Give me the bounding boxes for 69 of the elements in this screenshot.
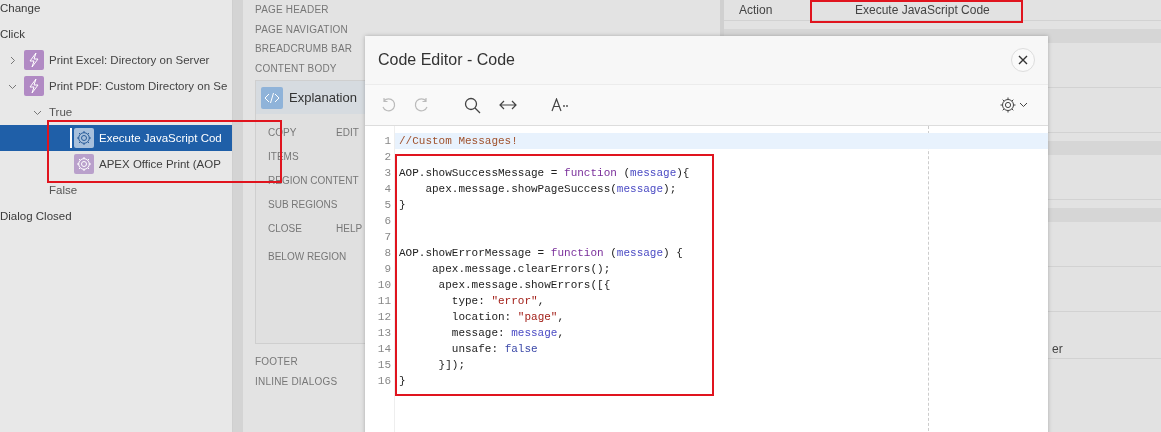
code-line: AOP.showSuccessMessage = function (message){ bbox=[399, 167, 690, 179]
position-label: BREADCRUMB BAR bbox=[255, 42, 353, 56]
code-line: apex.message.clearErrors(); bbox=[431, 263, 611, 275]
font-size-icon bbox=[551, 98, 569, 112]
search-icon bbox=[464, 96, 481, 114]
dialog-title: Code Editor - Code bbox=[378, 51, 515, 69]
tree-item[interactable]: Change bbox=[0, 0, 232, 21]
lightning-icon bbox=[24, 50, 44, 70]
position-label: INLINE DIALOGS bbox=[255, 374, 338, 389]
code-line: location: "page", bbox=[450, 311, 565, 323]
redo-icon bbox=[414, 97, 430, 113]
slot-label: CLOSE bbox=[268, 222, 303, 234]
code-line: }]); bbox=[437, 359, 465, 371]
code-line: type: "error", bbox=[450, 295, 545, 307]
line-number: 9 bbox=[384, 262, 391, 277]
line-number: 8 bbox=[384, 246, 391, 261]
lightning-icon bbox=[24, 76, 44, 96]
line-number: 3 bbox=[384, 166, 391, 181]
code-line: } bbox=[399, 199, 406, 211]
position-label: PAGE HEADER bbox=[255, 3, 329, 17]
property-label: Action bbox=[738, 3, 774, 17]
line-number: 16 bbox=[377, 374, 391, 389]
line-number: 10 bbox=[377, 278, 391, 293]
tree-item[interactable]: Print Excel: Directory on Server bbox=[0, 47, 232, 73]
code-line: message: message, bbox=[450, 327, 565, 339]
position-label: PAGE NAVIGATION bbox=[255, 22, 348, 37]
line-number: 6 bbox=[384, 214, 391, 229]
line-number: 7 bbox=[384, 230, 391, 245]
line-number: 13 bbox=[377, 326, 391, 341]
tree-item[interactable]: Dialog Closed bbox=[0, 203, 232, 229]
gear-icon bbox=[74, 154, 94, 174]
code-line: //Custom Messages! bbox=[399, 135, 518, 147]
line-number: 14 bbox=[377, 342, 391, 357]
line-number: 12 bbox=[377, 310, 391, 325]
line-number: 5 bbox=[384, 198, 391, 213]
double-arrow-icon bbox=[499, 99, 517, 111]
code-line: apex.message.showPageSuccess(message); bbox=[424, 183, 677, 195]
position-label: CONTENT BODY bbox=[255, 61, 337, 76]
line-number: 4 bbox=[384, 182, 391, 197]
tree-item[interactable]: APEX Office Print (AOP bbox=[0, 151, 232, 177]
close-button[interactable] bbox=[1011, 48, 1035, 72]
tree-item[interactable]: Execute JavaScript Cod bbox=[0, 125, 232, 151]
settings-icon bbox=[999, 96, 1029, 114]
tree-item[interactable]: Print PDF: Custom Directory on Se bbox=[0, 73, 232, 99]
line-number: 11 bbox=[377, 294, 391, 309]
region-title: Explanation bbox=[289, 90, 357, 105]
position-label: FOOTER bbox=[255, 355, 298, 369]
line-number: 2 bbox=[384, 150, 391, 165]
chevron-right-icon[interactable] bbox=[8, 55, 17, 65]
code-line: AOP.showErrorMessage = function (message) { bbox=[399, 247, 683, 259]
code-icon bbox=[261, 86, 283, 109]
property-value: er bbox=[1052, 342, 1063, 356]
line-number: 15 bbox=[377, 358, 391, 373]
tree-item[interactable]: Click bbox=[0, 21, 232, 47]
tree-item[interactable]: True bbox=[0, 99, 232, 125]
tree-item[interactable]: False bbox=[0, 177, 232, 203]
code-line: unsafe: false bbox=[450, 343, 538, 355]
code-line: } bbox=[399, 375, 406, 387]
close-icon bbox=[1018, 55, 1028, 65]
slot-label: EDIT bbox=[336, 126, 360, 138]
gear-icon bbox=[74, 128, 94, 148]
code-area[interactable] bbox=[395, 126, 1048, 432]
slot-label: SUB REGIONS bbox=[268, 198, 338, 210]
slot-label: BELOW REGION bbox=[268, 250, 347, 262]
undo-icon bbox=[380, 97, 396, 113]
slot-label: HELP bbox=[336, 222, 364, 234]
line-number: 1 bbox=[384, 134, 391, 149]
property-value: Execute JavaScript Code bbox=[855, 3, 990, 17]
code-line: apex.message.showErrors([{ bbox=[437, 279, 611, 291]
